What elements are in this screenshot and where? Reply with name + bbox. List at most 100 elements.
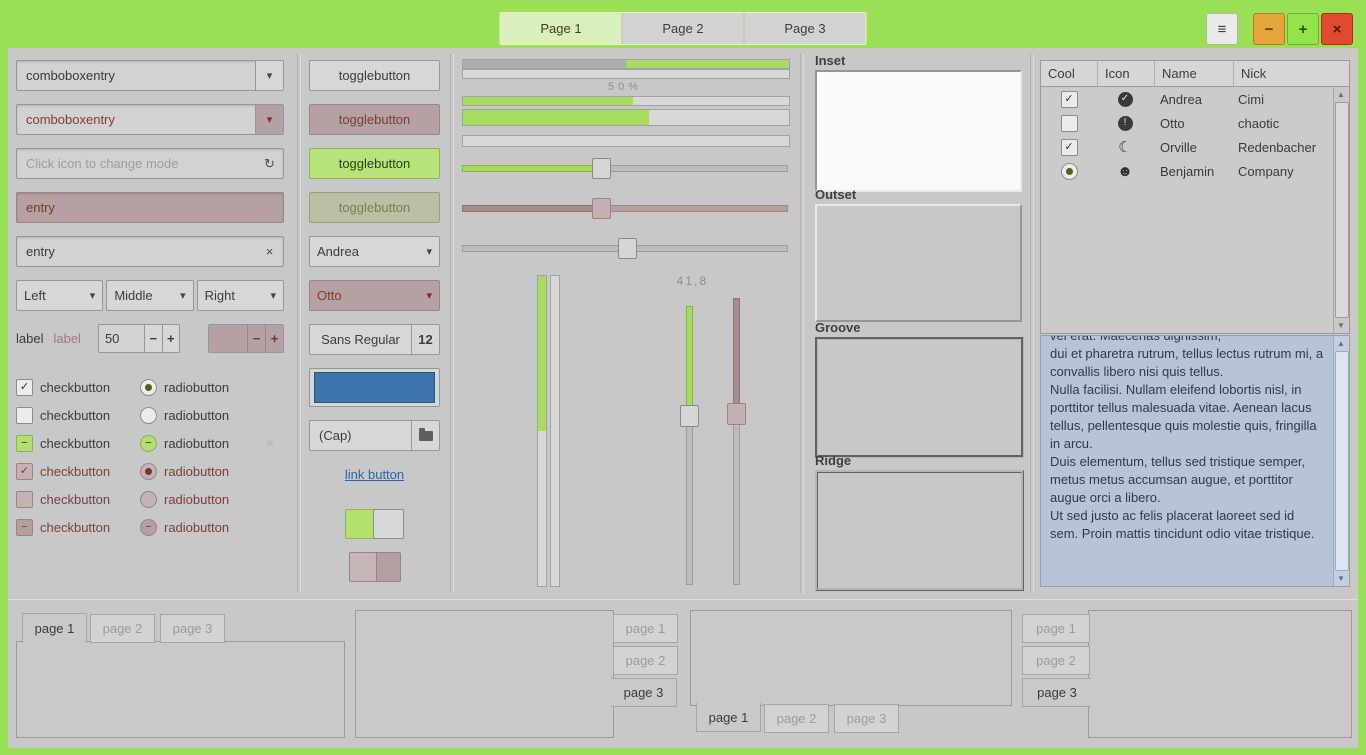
hscale-thumb[interactable] bbox=[618, 238, 637, 259]
nb-top-tab-page1[interactable]: page 1 bbox=[22, 613, 87, 643]
checkbutton-mixed[interactable]: − checkbutton bbox=[16, 435, 140, 452]
textview[interactable]: vel erat. Maecenas dignissim, dui et pha… bbox=[1040, 335, 1350, 587]
checkbutton-unchecked[interactable]: checkbutton bbox=[16, 407, 140, 424]
switch-on[interactable] bbox=[345, 509, 404, 539]
tab-page-2[interactable]: Page 2 bbox=[623, 13, 745, 44]
radiobutton-checked-disabled: radiobutton bbox=[140, 463, 264, 480]
dash-glyph: − bbox=[21, 438, 27, 449]
comboboxentry-input[interactable] bbox=[26, 68, 249, 83]
nb-left-content bbox=[1088, 610, 1352, 738]
radiobutton-checked[interactable]: radiobutton bbox=[140, 379, 264, 396]
entry[interactable]: × bbox=[16, 236, 284, 267]
divider bbox=[800, 54, 804, 593]
scrollbar-thumb[interactable] bbox=[1335, 102, 1349, 318]
scrollbar-thumb[interactable] bbox=[1335, 351, 1349, 571]
column-header-icon[interactable]: Icon bbox=[1098, 61, 1155, 87]
file-chooser-button[interactable]: (Cap) bbox=[309, 420, 440, 451]
table-row[interactable]: ☻ Benjamin Company bbox=[1041, 159, 1349, 183]
comboboxentry-disabled: ▾ bbox=[16, 104, 284, 135]
table-row[interactable]: ✓ ☾ Orville Redenbacher bbox=[1041, 135, 1349, 159]
nb-right-tab-page1[interactable]: page 1 bbox=[613, 614, 678, 643]
hscale-disabled bbox=[462, 198, 788, 217]
chevron-down-icon: ▾ bbox=[267, 113, 273, 126]
togglebutton-normal[interactable]: togglebutton bbox=[309, 60, 440, 91]
treeview-scrollbar[interactable]: ▲ ▼ bbox=[1333, 87, 1349, 333]
vscale[interactable] bbox=[680, 306, 697, 585]
column-buttons: togglebutton togglebutton togglebutton t… bbox=[309, 48, 440, 611]
spinbutton-decrement-button[interactable]: − bbox=[144, 325, 162, 352]
scroll-down-icon[interactable]: ▼ bbox=[1334, 319, 1348, 332]
cell-nick: chaotic bbox=[1231, 111, 1349, 135]
minimize-button[interactable]: − bbox=[1253, 13, 1285, 45]
hscale-thumb[interactable] bbox=[592, 158, 611, 179]
comboboxentry-dropdown-button[interactable]: ▾ bbox=[255, 61, 283, 90]
nb-left-tab-page2[interactable]: page 2 bbox=[1022, 646, 1090, 675]
table-row[interactable]: ✓ ✓ Andrea Cimi bbox=[1041, 87, 1349, 111]
tab-page-1[interactable]: Page 1 bbox=[501, 13, 623, 44]
vprogressbar bbox=[537, 275, 547, 587]
table-row[interactable]: ! Otto chaotic bbox=[1041, 111, 1349, 135]
radio-checked-icon bbox=[140, 379, 157, 396]
scroll-down-icon[interactable]: ▼ bbox=[1334, 572, 1348, 585]
checkbutton-checked[interactable]: ✓ checkbutton bbox=[16, 379, 140, 396]
combobox-left-value: Left bbox=[24, 288, 46, 303]
nb-bottom-tab-page2[interactable]: page 2 bbox=[764, 704, 829, 733]
switch-handle[interactable] bbox=[373, 509, 404, 539]
clear-icon[interactable]: × bbox=[256, 237, 283, 266]
icon-entry-input[interactable] bbox=[26, 156, 256, 171]
check-radio-row: checkbutton radiobutton bbox=[16, 401, 284, 429]
link-button[interactable]: link button bbox=[309, 464, 440, 484]
combobox-middle[interactable]: Middle ▾ bbox=[106, 280, 193, 311]
entry-input[interactable] bbox=[26, 244, 256, 259]
close-button[interactable]: × bbox=[1321, 13, 1353, 45]
file-name: (Cap) bbox=[310, 421, 411, 450]
label-disabled: label bbox=[53, 331, 80, 346]
titlebar: Page 1 Page 2 Page 3 ≡ − + × bbox=[0, 0, 1366, 48]
checkbutton-label: checkbutton bbox=[40, 380, 110, 395]
togglebutton-active[interactable]: togglebutton bbox=[309, 148, 440, 179]
row-checkbox-checked[interactable]: ✓ bbox=[1061, 139, 1078, 156]
combobox-andrea[interactable]: Andrea ▾ bbox=[309, 236, 440, 267]
scale-mark-label: 41,8 bbox=[664, 274, 708, 288]
radiobutton-unchecked[interactable]: radiobutton bbox=[140, 407, 264, 424]
row-radio-checked[interactable] bbox=[1061, 163, 1078, 180]
refresh-icon[interactable]: ↻ bbox=[256, 149, 283, 178]
entry-disabled-input bbox=[26, 200, 283, 215]
spinbutton-input[interactable] bbox=[99, 325, 144, 352]
row-checkbox-unchecked[interactable] bbox=[1061, 115, 1078, 132]
nb-top-tab-page3[interactable]: page 3 bbox=[160, 614, 225, 643]
dash-glyph: − bbox=[21, 522, 27, 533]
combobox-right[interactable]: Right ▾ bbox=[197, 280, 284, 311]
spinbutton-increment-button[interactable]: + bbox=[162, 325, 180, 352]
menu-button[interactable]: ≡ bbox=[1206, 13, 1238, 45]
divider bbox=[1030, 54, 1034, 593]
nb-top-tab-page2[interactable]: page 2 bbox=[90, 614, 155, 643]
nb-right-tab-page2[interactable]: page 2 bbox=[613, 646, 678, 675]
maximize-button[interactable]: + bbox=[1287, 13, 1319, 45]
textview-scrollbar[interactable]: ▲ ▼ bbox=[1333, 336, 1349, 586]
comboboxentry-disabled-dropdown-button: ▾ bbox=[255, 105, 283, 134]
nb-bottom-tab-page1[interactable]: page 1 bbox=[696, 703, 761, 732]
scroll-up-icon[interactable]: ▲ bbox=[1334, 88, 1348, 101]
nb-left-tab-page3[interactable]: page 3 bbox=[1022, 678, 1091, 707]
hscale[interactable] bbox=[462, 158, 788, 177]
column-header-nick[interactable]: Nick bbox=[1234, 61, 1334, 87]
icon-entry[interactable]: ↻ bbox=[16, 148, 284, 179]
column-header-name[interactable]: Name bbox=[1155, 61, 1234, 87]
nb-left-tab-page1[interactable]: page 1 bbox=[1022, 614, 1090, 643]
progress-value-label: 50% bbox=[460, 81, 790, 93]
combobox-left[interactable]: Left ▾ bbox=[16, 280, 103, 311]
scroll-up-icon[interactable]: ▲ bbox=[1334, 337, 1348, 350]
comboboxentry[interactable]: ▾ bbox=[16, 60, 284, 91]
nb-bottom-tab-page3[interactable]: page 3 bbox=[834, 704, 899, 733]
hscale-no-fill[interactable] bbox=[462, 238, 788, 257]
radiobutton-mixed[interactable]: − radiobutton bbox=[140, 435, 264, 452]
row-checkbox-checked[interactable]: ✓ bbox=[1061, 91, 1078, 108]
nb-right-tab-page3[interactable]: page 3 bbox=[611, 678, 677, 707]
color-button[interactable] bbox=[309, 368, 440, 407]
vscale-thumb[interactable] bbox=[680, 405, 699, 427]
column-header-cool[interactable]: Cool bbox=[1041, 61, 1098, 87]
text-paragraph: dui et pharetra rutrum, tellus lectus ru… bbox=[1050, 345, 1325, 381]
font-button[interactable]: Sans Regular 12 bbox=[309, 324, 440, 355]
tab-page-3[interactable]: Page 3 bbox=[745, 13, 866, 44]
